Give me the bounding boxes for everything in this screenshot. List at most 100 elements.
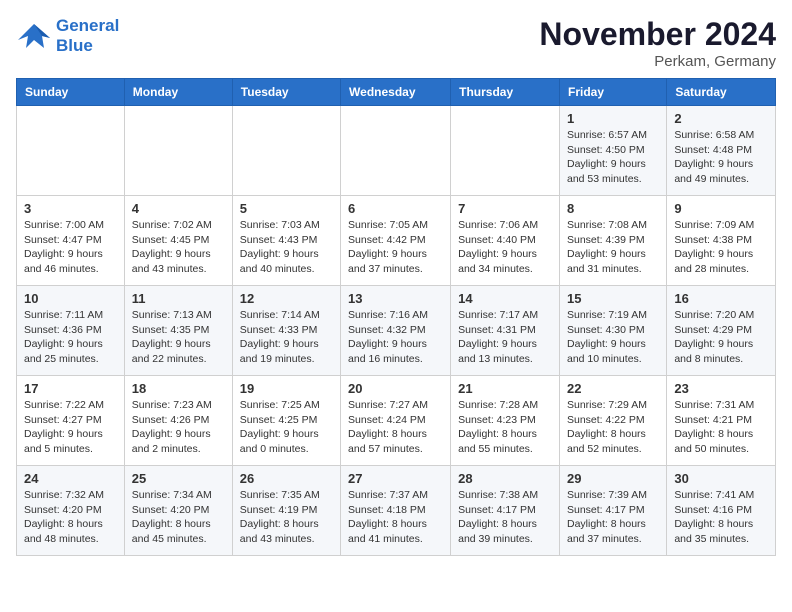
calendar-cell: 8 Sunrise: 7:08 AMSunset: 4:39 PMDaylight… [559, 196, 666, 286]
calendar-cell: 25 Sunrise: 7:34 AMSunset: 4:20 PMDayligh… [124, 466, 232, 556]
header-thursday: Thursday [451, 79, 560, 106]
day-info: Sunrise: 7:39 AMSunset: 4:17 PMDaylight:… [567, 488, 659, 547]
day-number: 15 [567, 291, 659, 306]
header-saturday: Saturday [667, 79, 776, 106]
day-info: Sunrise: 7:35 AMSunset: 4:19 PMDaylight:… [240, 488, 333, 547]
day-number: 27 [348, 471, 443, 486]
day-number: 10 [24, 291, 117, 306]
calendar-cell: 10 Sunrise: 7:11 AMSunset: 4:36 PMDayligh… [17, 286, 125, 376]
calendar-cell [17, 106, 125, 196]
day-info: Sunrise: 7:03 AMSunset: 4:43 PMDaylight:… [240, 218, 333, 277]
calendar-cell: 24Sunrise: 7:32 AMSunset: 4:20 PMDayligh… [17, 466, 125, 556]
calendar-cell: 12Sunrise: 7:14 AMSunset: 4:33 PMDayligh… [232, 286, 340, 376]
day-number: 22 [567, 381, 659, 396]
day-number: 8 [567, 201, 659, 216]
day-info: Sunrise: 7:37 AMSunset: 4:18 PMDaylight:… [348, 488, 443, 547]
day-number: 4 [132, 201, 225, 216]
day-number: 29 [567, 471, 659, 486]
day-number: 21 [458, 381, 552, 396]
calendar-header-row: SundayMondayTuesdayWednesdayThursdayFrid… [17, 79, 776, 106]
calendar-cell: 16Sunrise: 7:20 AMSunset: 4:29 PMDayligh… [667, 286, 776, 376]
title-area: November 2024 Perkam, Germany [539, 16, 776, 70]
day-info: Sunrise: 7:17 AMSunset: 4:31 PMDaylight:… [458, 308, 552, 367]
day-number: 3 [24, 201, 117, 216]
day-info: Sunrise: 7:22 AMSunset: 4:27 PMDaylight:… [24, 398, 117, 457]
day-info: Sunrise: 7:29 AMSunset: 4:22 PMDaylight:… [567, 398, 659, 457]
header-wednesday: Wednesday [341, 79, 451, 106]
calendar-cell [451, 106, 560, 196]
calendar-cell: 23 Sunrise: 7:31 AMSunset: 4:21 PMDayligh… [667, 376, 776, 466]
calendar-cell: 18 Sunrise: 7:23 AMSunset: 4:26 PMDayligh… [124, 376, 232, 466]
calendar-cell: 7 Sunrise: 7:06 AMSunset: 4:40 PMDaylight… [451, 196, 560, 286]
day-number: 18 [132, 381, 225, 396]
day-number: 26 [240, 471, 333, 486]
day-number: 16 [674, 291, 768, 306]
calendar-cell: 11 Sunrise: 7:13 AMSunset: 4:35 PMDayligh… [124, 286, 232, 376]
calendar-cell: 22 Sunrise: 7:29 AMSunset: 4:22 PMDayligh… [559, 376, 666, 466]
calendar-cell: 15Sunrise: 7:19 AMSunset: 4:30 PMDayligh… [559, 286, 666, 376]
calendar-cell: 20 Sunrise: 7:27 AMSunset: 4:24 PMDayligh… [341, 376, 451, 466]
calendar-cell: 27 Sunrise: 7:37 AMSunset: 4:18 PMDayligh… [341, 466, 451, 556]
calendar-cell: 6 Sunrise: 7:05 AMSunset: 4:42 PMDaylight… [341, 196, 451, 286]
day-number: 9 [674, 201, 768, 216]
calendar-cell [232, 106, 340, 196]
day-number: 20 [348, 381, 443, 396]
day-number: 5 [240, 201, 333, 216]
day-info: Sunrise: 6:58 AMSunset: 4:48 PMDaylight:… [674, 128, 768, 187]
day-number: 23 [674, 381, 768, 396]
calendar-cell: 1 Sunrise: 6:57 AMSunset: 4:50 PMDaylight… [559, 106, 666, 196]
calendar-week-row: 10 Sunrise: 7:11 AMSunset: 4:36 PMDayligh… [17, 286, 776, 376]
calendar-cell: 28Sunrise: 7:38 AMSunset: 4:17 PMDayligh… [451, 466, 560, 556]
day-number: 19 [240, 381, 333, 396]
calendar-week-row: 24Sunrise: 7:32 AMSunset: 4:20 PMDayligh… [17, 466, 776, 556]
header-sunday: Sunday [17, 79, 125, 106]
day-info: Sunrise: 7:00 AMSunset: 4:47 PMDaylight:… [24, 218, 117, 277]
logo: General Blue [16, 16, 119, 57]
calendar-cell: 17 Sunrise: 7:22 AMSunset: 4:27 PMDayligh… [17, 376, 125, 466]
calendar-cell [341, 106, 451, 196]
header-tuesday: Tuesday [232, 79, 340, 106]
day-info: Sunrise: 7:27 AMSunset: 4:24 PMDaylight:… [348, 398, 443, 457]
day-info: Sunrise: 7:23 AMSunset: 4:26 PMDaylight:… [132, 398, 225, 457]
day-number: 28 [458, 471, 552, 486]
day-number: 13 [348, 291, 443, 306]
header-monday: Monday [124, 79, 232, 106]
day-info: Sunrise: 7:08 AMSunset: 4:39 PMDaylight:… [567, 218, 659, 277]
calendar-cell: 30Sunrise: 7:41 AMSunset: 4:16 PMDayligh… [667, 466, 776, 556]
location: Perkam, Germany [539, 53, 776, 70]
day-info: Sunrise: 7:13 AMSunset: 4:35 PMDaylight:… [132, 308, 225, 367]
day-info: Sunrise: 7:06 AMSunset: 4:40 PMDaylight:… [458, 218, 552, 277]
day-number: 12 [240, 291, 333, 306]
day-info: Sunrise: 7:25 AMSunset: 4:25 PMDaylight:… [240, 398, 333, 457]
calendar-cell: 2Sunrise: 6:58 AMSunset: 4:48 PMDaylight… [667, 106, 776, 196]
day-number: 1 [567, 111, 659, 126]
day-info: Sunrise: 7:31 AMSunset: 4:21 PMDaylight:… [674, 398, 768, 457]
day-number: 11 [132, 291, 225, 306]
calendar-cell: 3 Sunrise: 7:00 AMSunset: 4:47 PMDaylight… [17, 196, 125, 286]
day-info: Sunrise: 7:09 AMSunset: 4:38 PMDaylight:… [674, 218, 768, 277]
day-number: 7 [458, 201, 552, 216]
header-friday: Friday [559, 79, 666, 106]
day-info: Sunrise: 7:34 AMSunset: 4:20 PMDaylight:… [132, 488, 225, 547]
day-info: Sunrise: 6:57 AMSunset: 4:50 PMDaylight:… [567, 128, 659, 187]
calendar-cell: 9 Sunrise: 7:09 AMSunset: 4:38 PMDaylight… [667, 196, 776, 286]
calendar-cell: 14Sunrise: 7:17 AMSunset: 4:31 PMDayligh… [451, 286, 560, 376]
day-number: 17 [24, 381, 117, 396]
calendar-cell: 5 Sunrise: 7:03 AMSunset: 4:43 PMDaylight… [232, 196, 340, 286]
day-number: 25 [132, 471, 225, 486]
day-info: Sunrise: 7:11 AMSunset: 4:36 PMDaylight:… [24, 308, 117, 367]
logo-bird-icon [16, 18, 52, 54]
logo-text: General Blue [56, 16, 119, 57]
day-info: Sunrise: 7:28 AMSunset: 4:23 PMDaylight:… [458, 398, 552, 457]
day-number: 24 [24, 471, 117, 486]
day-number: 6 [348, 201, 443, 216]
calendar-week-row: 1 Sunrise: 6:57 AMSunset: 4:50 PMDaylight… [17, 106, 776, 196]
calendar-cell: 21 Sunrise: 7:28 AMSunset: 4:23 PMDayligh… [451, 376, 560, 466]
month-title: November 2024 [539, 16, 776, 53]
day-info: Sunrise: 7:16 AMSunset: 4:32 PMDaylight:… [348, 308, 443, 367]
day-info: Sunrise: 7:05 AMSunset: 4:42 PMDaylight:… [348, 218, 443, 277]
day-info: Sunrise: 7:41 AMSunset: 4:16 PMDaylight:… [674, 488, 768, 547]
calendar-week-row: 3 Sunrise: 7:00 AMSunset: 4:47 PMDaylight… [17, 196, 776, 286]
day-info: Sunrise: 7:02 AMSunset: 4:45 PMDaylight:… [132, 218, 225, 277]
calendar-week-row: 17 Sunrise: 7:22 AMSunset: 4:27 PMDayligh… [17, 376, 776, 466]
